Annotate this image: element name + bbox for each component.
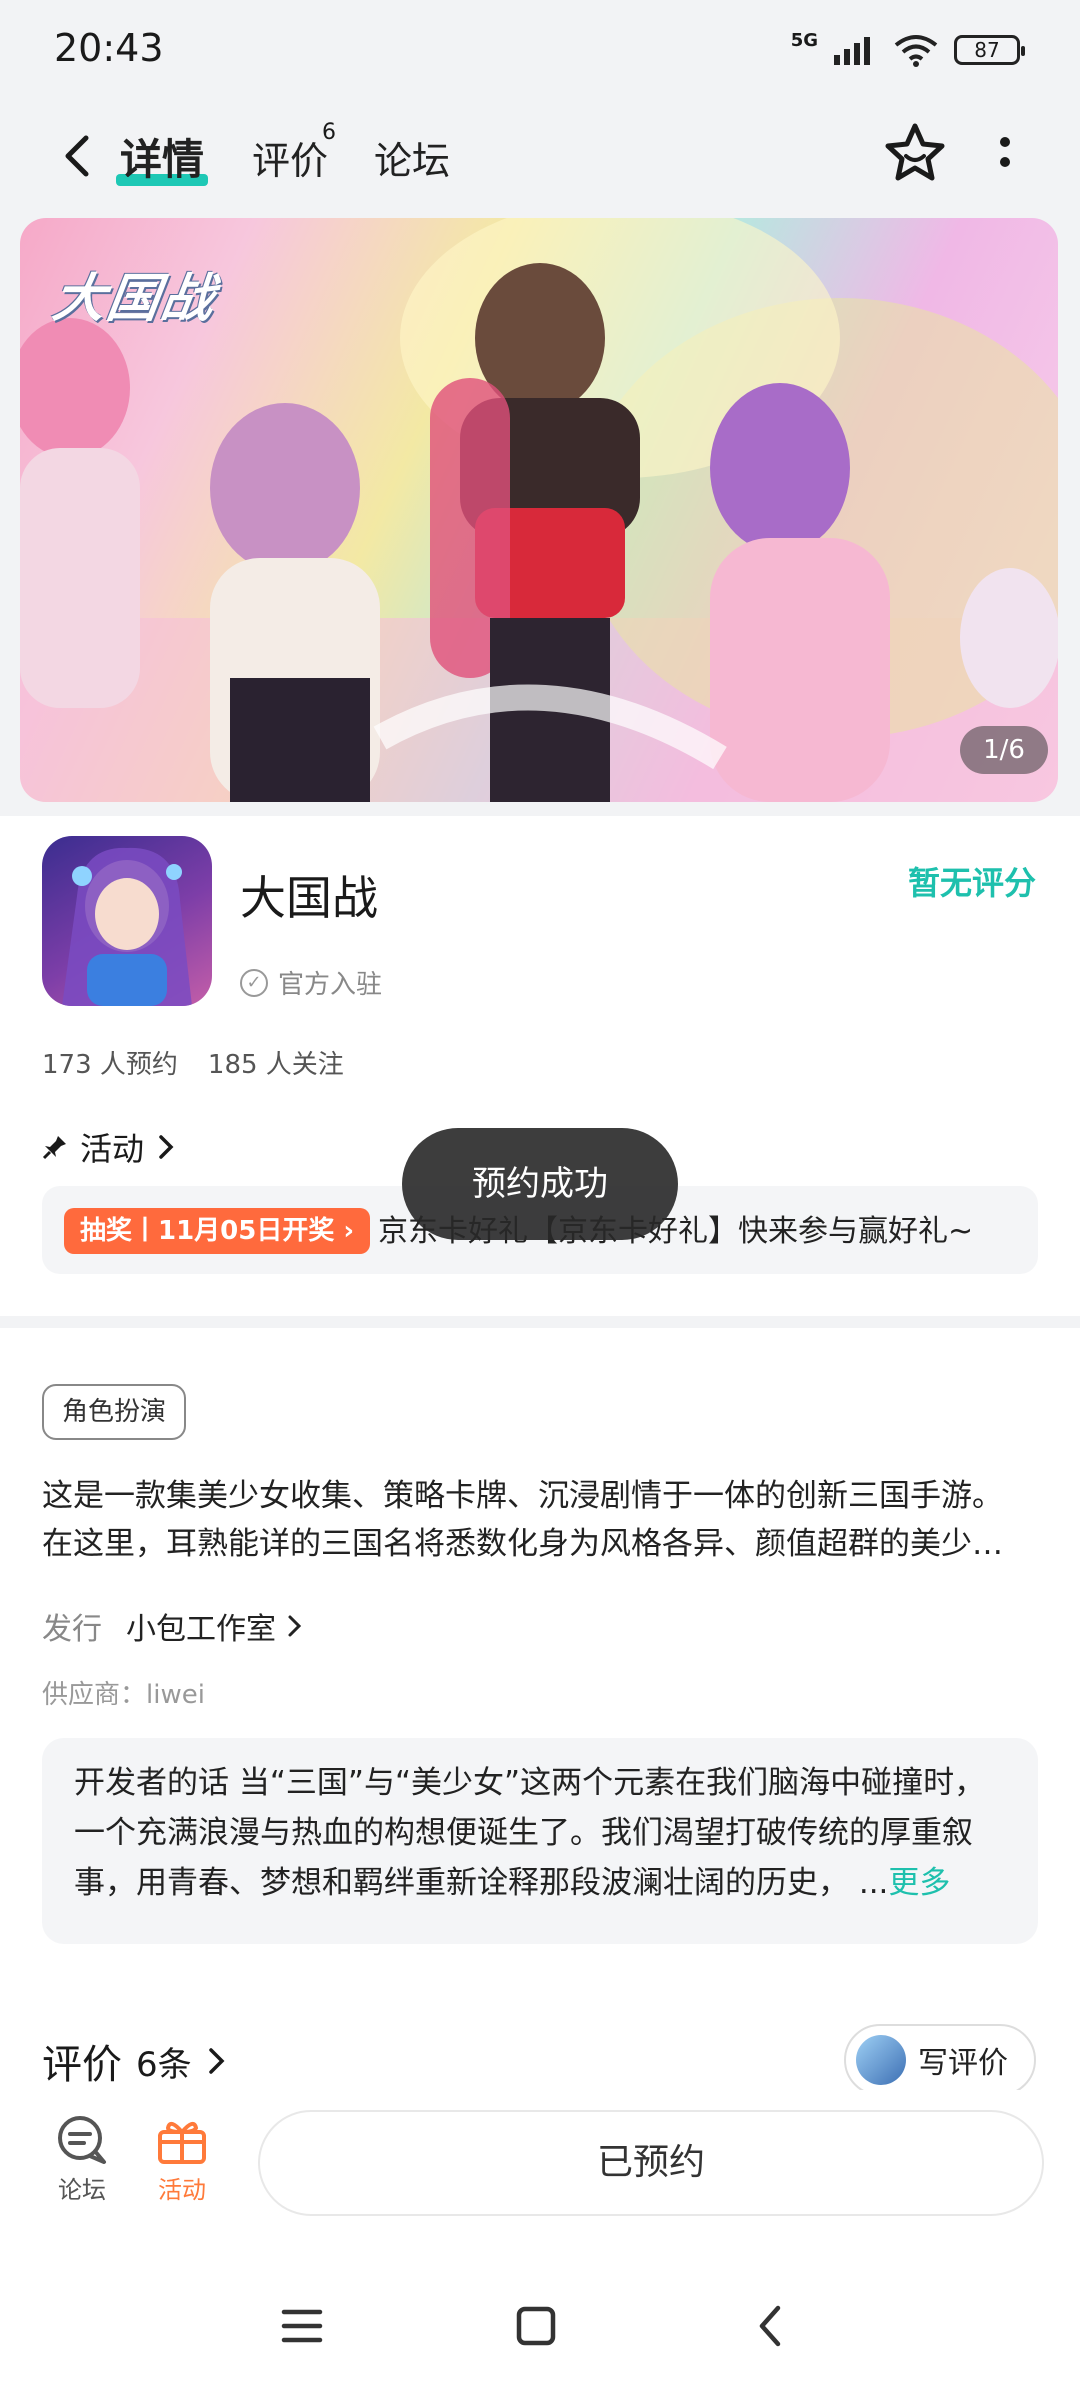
status-icons: 5G 87 [790,28,1025,72]
section-divider [0,1316,1080,1328]
more-options-icon[interactable] [990,132,1020,184]
game-app-icon [42,836,212,1006]
tab-reviews-badge: 6 [322,120,336,145]
lottery-tag-text: 抽奖丨11月05日开奖 [80,1216,335,1246]
follower-count: 185 人关注 [207,1050,344,1080]
reviews-title: 评价 [42,2042,122,2088]
publisher-row[interactable]: 发行 小包工作室 [42,1604,304,1648]
tab-forum[interactable]: 论坛 [374,130,450,185]
forum-button[interactable]: 论坛 [42,2116,122,2205]
activity-label: 活动 [158,2176,206,2204]
reserved-button[interactable]: 已预约 [258,2110,1044,2216]
bottom-action-bar: 论坛 活动 已预约 [0,2090,1080,2240]
chevron-right-icon [288,1615,302,1637]
toast-message: 预约成功 [402,1128,678,1240]
reviews-count: 6条 [136,2044,192,2085]
reviews-header[interactable]: 评价 6条 [42,2032,228,2090]
activity-button[interactable]: 活动 [142,2116,222,2205]
banner-game-logo: 大国战 [49,269,220,329]
tab-reviews[interactable]: 评价 [252,130,328,185]
game-detail-page: 20:43 5G 87 详情 评价 6 论坛 大国战 1/6 大国战 ✓ 官方入… [0,0,1080,2401]
forum-label: 论坛 [58,2176,106,2204]
genre-tag[interactable]: 角色扮演 [42,1384,187,1440]
game-title: 大国战 [240,871,378,925]
gift-icon [158,2121,206,2164]
rating-status: 暂无评分 [907,864,1036,902]
signal-icon [834,37,870,65]
menu-icon[interactable] [272,2296,332,2356]
description-line: 这是一款集美少女收集、策略卡牌、沉浸剧情于一体的创新三国手游。 [42,1478,1003,1514]
official-label: 官方入驻 [278,970,383,1000]
developer-note-line: 一个充满浪漫与热血的构想便诞生了。我们渴望打破传统的厚重叙 [74,1815,973,1851]
check-circle-icon: ✓ [240,968,268,997]
wifi-icon [894,35,938,67]
chevron-right-icon [159,1135,174,1159]
user-avatar [856,2035,906,2085]
publisher-label: 发行 [42,1612,102,1647]
lottery-tag: 抽奖丨11月05日开奖 › [64,1208,371,1254]
status-time: 20:43 [54,26,164,70]
network-type: 5G [790,29,818,51]
back-icon[interactable] [742,2296,802,2356]
game-stats: 173 人预约 185 人关注 [42,1044,344,1081]
system-navigation-bar [0,2240,1080,2401]
screenshot-banner[interactable]: 大国战 1/6 [20,218,1058,802]
developer-note-line: 事，用青春、梦想和羁绊重新诠释那段波澜壮阔的历史， ...更多 [74,1858,1006,1908]
chevron-right-icon [208,2048,225,2074]
more-link[interactable]: 更多 [888,1865,950,1901]
reservation-count: 173 人预约 [42,1050,178,1080]
activity-header[interactable]: 活动 [42,1124,176,1170]
developer-note[interactable]: 开发者的话 当“三国”与“美少女”这两个元素在我们脑海中碰撞时， 一个充满浪漫与… [42,1738,1038,1944]
home-icon[interactable] [506,2296,566,2356]
battery-icon: 87 [954,35,1025,65]
pin-icon [42,1136,66,1160]
status-bar: 20:43 5G 87 [0,0,1080,96]
activity-heading: 活动 [80,1130,145,1168]
publisher-name: 小包工作室 [126,1612,276,1647]
forum-chat-icon [58,2116,106,2164]
description-line: 在这里，耳熟能详的三国名将悉数化身为风格各异、颜值超群的美少… [42,1526,1003,1562]
top-nav: 详情 评价 6 论坛 [0,96,1080,216]
back-arrow-icon[interactable] [48,126,108,186]
official-badge: ✓ 官方入驻 [240,964,382,1001]
write-review-label: 写评价 [918,2046,1008,2081]
game-description[interactable]: 这是一款集美少女收集、策略卡牌、沉浸剧情于一体的创新三国手游。 在这里，耳熟能详… [42,1472,1038,1568]
favorite-star-icon[interactable] [882,120,948,186]
developer-note-line-text: 事，用青春、梦想和羁绊重新诠释那段波澜壮阔的历史， ... [74,1865,889,1901]
banner-pager: 1/6 [960,726,1048,774]
tab-details[interactable]: 详情 [120,126,204,187]
supplier-info: 供应商：liwei [42,1680,205,1710]
developer-note-line: 开发者的话 当“三国”与“美少女”这两个元素在我们脑海中碰撞时， [74,1765,986,1801]
write-review-button[interactable]: 写评价 [844,2024,1036,2096]
